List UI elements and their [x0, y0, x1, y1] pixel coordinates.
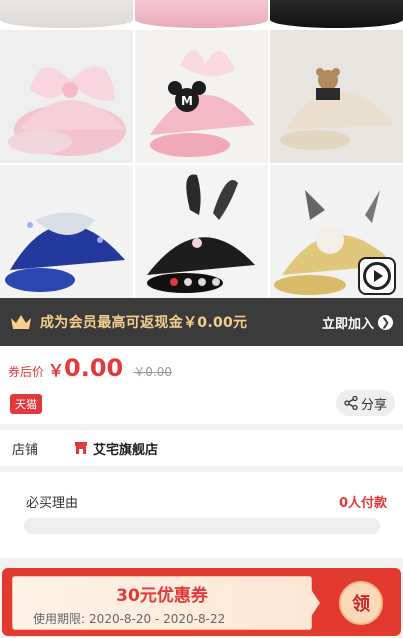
- price-row: 券后价 ￥ 0.00 ￥0.00: [8, 354, 172, 382]
- chevron-right-circle-icon: ❯: [378, 314, 393, 330]
- product-thumb-blue-baby-cap: [0, 165, 133, 298]
- original-price: ￥0.00: [133, 365, 172, 379]
- price-label: 券后价: [8, 365, 45, 379]
- price-value: 0.00: [64, 354, 124, 382]
- gallery-top-strip: [0, 0, 403, 30]
- coupon-tail: [302, 576, 320, 630]
- pink-bow-cap-image: [8, 66, 126, 156]
- coupon-period-dates: 2020-8-20 - 2020-8-22: [89, 612, 226, 626]
- coupon-period: 使用期限: 2020-8-20 - 2020-8-22: [33, 610, 229, 627]
- coupon-period-label: 使用期限:: [33, 612, 86, 626]
- claim-coupon-button[interactable]: 领: [339, 581, 383, 625]
- coupon-body: 30元优惠券 使用期限: 2020-8-20 - 2020-8-22: [12, 576, 312, 630]
- member-cashback-bar[interactable]: 成为会员最高可返现金￥0.00元 立即加入 ❯: [0, 298, 403, 346]
- carousel-dot[interactable]: [212, 278, 220, 286]
- coupon-card[interactable]: 30元优惠券 使用期限: 2020-8-20 - 2020-8-22 领: [2, 568, 401, 636]
- product-thumb-beige-bear-cap: [270, 30, 403, 163]
- product-thumb-pink-bow-cap: [0, 30, 133, 163]
- product-gallery[interactable]: M: [0, 0, 403, 298]
- crown-icon: [11, 315, 31, 329]
- share-icon: [344, 396, 358, 410]
- shop-label: 店铺: [12, 442, 39, 458]
- share-label: 分享: [360, 397, 387, 413]
- price-section: 券后价 ￥ 0.00 ￥0.00 天猫 分享: [0, 346, 403, 424]
- shop-name[interactable]: 艾宅旗舰店: [93, 439, 158, 458]
- carousel-dot[interactable]: [198, 278, 206, 286]
- must-buy-title: 必买理由: [26, 496, 79, 511]
- coupon-amount: 30元优惠券: [116, 586, 208, 606]
- join-member-label: 立即加入: [321, 316, 374, 332]
- currency-symbol: ￥: [48, 361, 65, 380]
- blue-baby-cap-image: [5, 212, 125, 292]
- carousel-indicator: [170, 278, 220, 286]
- carousel-dot[interactable]: [170, 278, 178, 286]
- store-icon: [75, 442, 87, 454]
- product-thumb-pink-mickey-cap: M: [135, 30, 268, 163]
- shop-row[interactable]: 店铺 艾宅旗舰店: [0, 430, 403, 466]
- member-cashback-text: 成为会员最高可返现金￥0.00元: [40, 315, 248, 331]
- product-image-grid: M: [0, 30, 403, 298]
- svg-text:M: M: [181, 94, 193, 108]
- tmall-badge: 天猫: [10, 394, 42, 414]
- share-button[interactable]: 分享: [335, 390, 395, 416]
- carousel-dot[interactable]: [184, 278, 192, 286]
- must-buy-section: 必买理由 0人付款: [0, 472, 403, 558]
- pink-mickey-cap-image: M: [150, 50, 255, 157]
- join-member-button[interactable]: 立即加入 ❯: [322, 313, 393, 332]
- buyer-count: 0人付款: [338, 496, 387, 511]
- product-page: M 成为会员最高可返现金￥0.00元 立即加入 ❯ 券后价 ￥ 0.00 ￥0.…: [0, 0, 403, 638]
- play-circle-icon: [363, 262, 391, 290]
- play-video-button[interactable]: [358, 257, 396, 295]
- beige-bear-cap-image: [280, 68, 395, 150]
- must-buy-progress-bar: [24, 518, 380, 534]
